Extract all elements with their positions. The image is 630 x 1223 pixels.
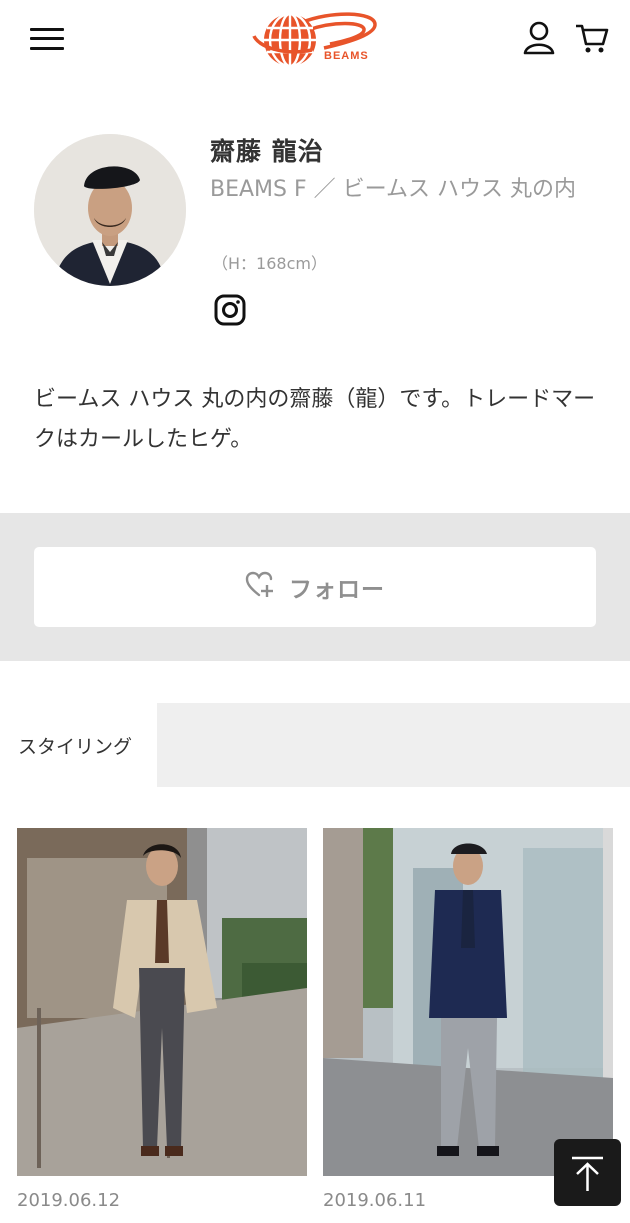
follow-section: フォロー (0, 513, 630, 661)
heart-plus-icon (245, 571, 275, 603)
shop-name[interactable]: BEAMS F ／ ビームス ハウス 丸の内 (210, 174, 600, 206)
beams-logo[interactable]: BEAMS (252, 10, 378, 68)
styling-photo[interactable] (323, 828, 613, 1176)
avatar (34, 134, 186, 286)
back-to-top-button[interactable] (554, 1139, 621, 1206)
logo-text: BEAMS (324, 50, 369, 62)
follow-label: フォロー (289, 577, 385, 603)
site-header: BEAMS (0, 0, 630, 80)
cart-icon[interactable] (574, 20, 610, 56)
tab-styling[interactable]: スタイリング (0, 703, 157, 787)
instagram-icon[interactable] (214, 294, 246, 326)
staff-height: （H：168cm） (212, 254, 327, 273)
styling-photo[interactable] (17, 828, 307, 1176)
styling-date: 2019.06.12 (17, 1190, 121, 1211)
staff-name: 齋藤 龍治 (210, 137, 324, 166)
user-icon[interactable] (522, 20, 556, 56)
content-tabs: スタイリング (0, 703, 630, 787)
staff-bio: ビームス ハウス 丸の内の齋藤（龍）です。トレードマークはカールしたヒゲ。 (34, 387, 596, 452)
follow-button[interactable]: フォロー (34, 547, 596, 627)
hamburger-menu-icon[interactable] (30, 26, 64, 52)
arrow-up-icon (572, 1156, 603, 1191)
styling-card[interactable]: 2019.06.12 (17, 828, 307, 1211)
